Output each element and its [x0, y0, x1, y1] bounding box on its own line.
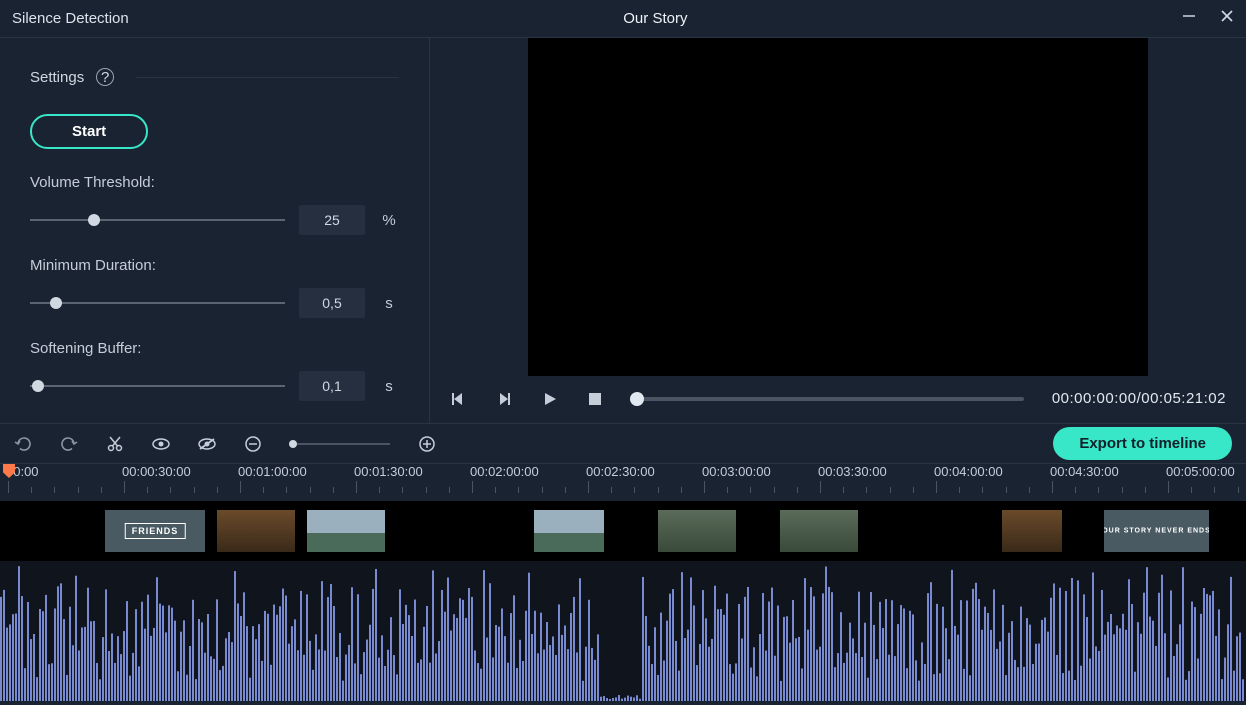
minimum-duration-unit: s: [379, 295, 399, 312]
minimum-duration-label: Minimum Duration:: [30, 257, 399, 274]
ruler-label: 00:03:30:00: [818, 464, 934, 479]
seekbar[interactable]: [630, 397, 1024, 401]
volume-threshold-unit: %: [379, 212, 399, 229]
undo-icon[interactable]: [14, 435, 32, 453]
eye-off-icon[interactable]: [198, 437, 216, 451]
settings-panel: Settings ? Start Volume Threshold: 25 % …: [0, 38, 430, 423]
preview-area: 00:00:00:00/00:05:21:02: [430, 38, 1246, 423]
ruler-label: 00:00:30:00: [122, 464, 238, 479]
minimum-duration-slider[interactable]: [30, 302, 285, 304]
clip-thumbnail[interactable]: OUR STORY NEVER ENDS: [1104, 510, 1209, 552]
clip-thumbnail[interactable]: [534, 510, 604, 552]
help-icon[interactable]: ?: [96, 68, 114, 86]
softening-buffer-value[interactable]: 0,1: [299, 371, 365, 401]
clip-track[interactable]: FRIENDS OUR STORY NEVER ENDS: [0, 501, 1246, 561]
close-icon[interactable]: [1220, 9, 1234, 28]
clip-thumbnail[interactable]: [217, 510, 295, 552]
project-title: Our Story: [129, 10, 1182, 27]
redo-icon[interactable]: [60, 435, 78, 453]
titlebar: Silence Detection Our Story: [0, 0, 1246, 38]
clip-thumbnail[interactable]: [780, 510, 858, 552]
cut-icon[interactable]: [106, 435, 124, 453]
softening-buffer-slider[interactable]: [30, 385, 285, 387]
settings-label: Settings: [30, 69, 84, 86]
clip-thumbnail[interactable]: [1002, 510, 1062, 552]
volume-threshold-label: Volume Threshold:: [30, 174, 399, 191]
volume-threshold-value[interactable]: 25: [299, 205, 365, 235]
step-back-icon[interactable]: [450, 391, 466, 407]
clip-thumbnail[interactable]: [658, 510, 736, 552]
eye-icon[interactable]: [152, 437, 170, 451]
stop-icon[interactable]: [588, 392, 602, 406]
play-icon[interactable]: [542, 391, 558, 407]
minimize-icon[interactable]: [1182, 9, 1196, 28]
timecode: 00:00:00:00/00:05:21:02: [1052, 390, 1226, 407]
zoom-in-icon[interactable]: [418, 435, 436, 453]
zoom-slider[interactable]: [290, 443, 390, 445]
ruler-label: 00:05:00:00: [1166, 464, 1246, 479]
softening-buffer-unit: s: [379, 378, 399, 395]
divider: [136, 77, 399, 78]
export-button[interactable]: Export to timeline: [1053, 427, 1232, 460]
timeline-toolbar: Export to timeline: [0, 423, 1246, 463]
ruler-label: 00:03:00:00: [702, 464, 818, 479]
ruler-label: 00:00: [6, 464, 122, 479]
video-preview[interactable]: [528, 38, 1148, 376]
clip-thumbnail[interactable]: [307, 510, 385, 552]
ruler-label: 00:02:00:00: [470, 464, 586, 479]
ruler-label: 00:01:00:00: [238, 464, 354, 479]
zoom-out-icon[interactable]: [244, 435, 262, 453]
waveform[interactable]: [0, 561, 1246, 701]
timeline-ruler[interactable]: 00:0000:00:30:0000:01:00:0000:01:30:0000…: [0, 463, 1246, 501]
app-title: Silence Detection: [12, 10, 129, 27]
ruler-label: 00:02:30:00: [586, 464, 702, 479]
ruler-label: 00:04:30:00: [1050, 464, 1166, 479]
minimum-duration-value[interactable]: 0,5: [299, 288, 365, 318]
softening-buffer-label: Softening Buffer:: [30, 340, 399, 357]
volume-threshold-slider[interactable]: [30, 219, 285, 221]
step-forward-icon[interactable]: [496, 391, 512, 407]
ruler-label: 00:04:00:00: [934, 464, 1050, 479]
ruler-label: 00:01:30:00: [354, 464, 470, 479]
start-button[interactable]: Start: [30, 114, 148, 149]
clip-thumbnail[interactable]: FRIENDS: [105, 510, 205, 552]
